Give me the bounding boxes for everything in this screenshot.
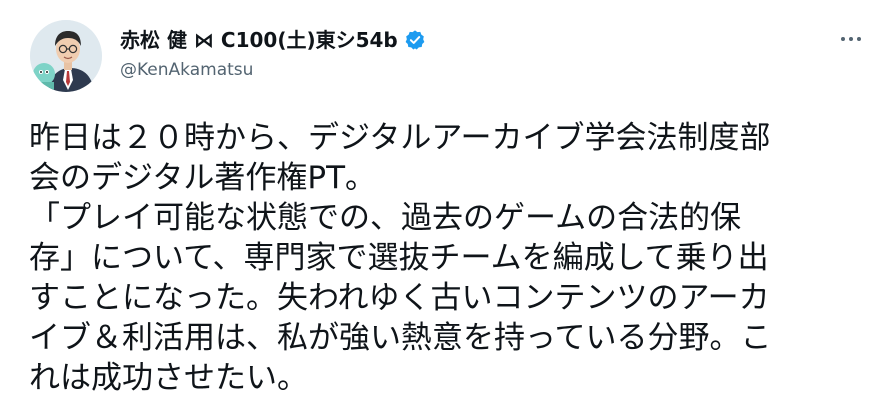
tweet-text-line: 存」について、専門家で選抜チームを編成して乗り出 (29, 240, 769, 276)
avatar[interactable] (30, 20, 102, 92)
tweet-text-line: 会のデジタル著作権PT。 (29, 160, 377, 196)
avatar-image (30, 20, 102, 92)
tweet-text-line: れは成功させたい。 (29, 360, 308, 396)
tweet-card: 赤松 健 ⋈ C100(土)東シ54b @KenAkamatsu 昨日は２０時か… (0, 0, 896, 409)
author-name-row: 赤松 健 ⋈ C100(土)東シ54b (120, 27, 816, 53)
tweet-text-line: イブ＆利活用は、私が強い熱意を持っている分野。こ (29, 320, 772, 356)
tweet-text-line: すことになった。失われゆく古いコンテンツのアーカ (29, 280, 770, 316)
more-options-button[interactable] (836, 24, 866, 54)
more-dots-icon (841, 37, 861, 41)
author-display-name[interactable]: 赤松 健 ⋈ C100(土)東シ54b (120, 27, 398, 53)
verified-badge-icon (404, 29, 426, 51)
tweet-text: 昨日は２０時から、デジタルアーカイブ学会法制度部 会のデジタル著作権PT。 「プ… (29, 118, 869, 398)
author-handle[interactable]: @KenAkamatsu (120, 59, 816, 81)
tweet-header: 赤松 健 ⋈ C100(土)東シ54b @KenAkamatsu (120, 27, 816, 81)
tweet-text-line: 「プレイ可能な状態での、過去のゲームの合法的保 (29, 200, 742, 236)
tweet-text-line: 昨日は２０時から、デジタルアーカイブ学会法制度部 (29, 120, 771, 156)
